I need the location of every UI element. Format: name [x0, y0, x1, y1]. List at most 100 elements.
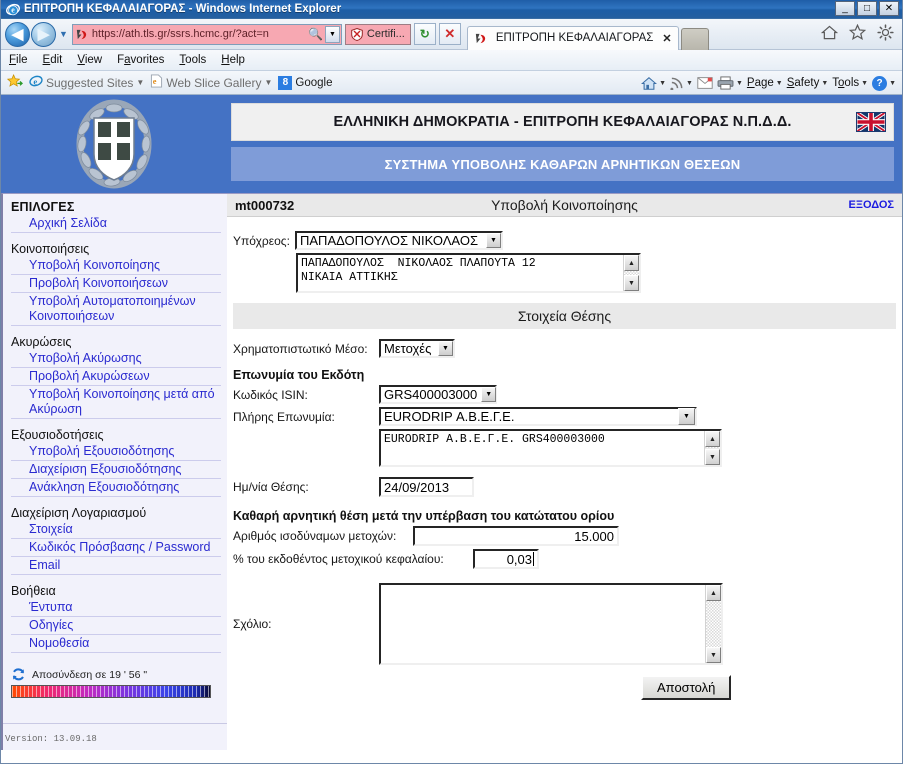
obligor-select-arrow-icon[interactable]: ▼	[486, 233, 501, 248]
sidebar-item-submit-notification[interactable]: Υποβολή Κοινοποίησης	[11, 257, 221, 275]
chevron-down-icon[interactable]: ▼	[136, 78, 144, 87]
percent-input[interactable]: 0,03	[473, 549, 539, 569]
menu-favorites[interactable]: Favorites	[117, 54, 164, 66]
menu-view[interactable]: View	[77, 54, 102, 66]
issuer-scroll-down-icon[interactable]: ▼	[705, 449, 720, 465]
safety-caret-icon[interactable]: ▼	[821, 80, 828, 87]
sidebar-item-home[interactable]: Αρχική Σελίδα	[11, 215, 221, 233]
new-tab-button[interactable]	[680, 27, 709, 50]
refresh-button[interactable]: ↻	[413, 23, 436, 45]
home-caret-icon[interactable]: ▼	[659, 80, 666, 87]
read-mail-icon[interactable]	[697, 77, 713, 89]
certificate-error-button[interactable]: Certifi...	[344, 23, 411, 45]
issuer-details-textarea[interactable]: EURODRIP Α.Β.Ε.Γ.Ε. GRS400003000 ▲ ▼	[379, 429, 722, 467]
scroll-up-icon[interactable]: ▲	[624, 255, 639, 271]
isin-select[interactable]: GRS400003000 ▼	[379, 385, 497, 404]
menu-file[interactable]: File	[9, 54, 28, 66]
submit-button[interactable]: Αποστολή	[641, 675, 732, 700]
date-label: Ημ/νία Θέσης:	[233, 480, 309, 494]
comment-scroll-up-icon[interactable]: ▲	[706, 585, 721, 601]
tools-caret-icon[interactable]: ▼	[861, 80, 868, 87]
settings-gear-icon[interactable]	[876, 23, 894, 41]
sidebar-item-submit-automated-notifications[interactable]: Υποβολή Αυτοματοποιημένων Κοινοποιήσεων	[11, 293, 221, 326]
comment-scroll-track[interactable]	[706, 601, 721, 647]
home-command-icon[interactable]: ▼	[641, 76, 666, 91]
fullname-select[interactable]: EURODRIP Α.Β.Ε.Γ.Ε. ▼	[379, 407, 697, 426]
system-title-bar: ΣΥΣΤΗΜΑ ΥΠΟΒΟΛΗΣ ΚΑΘΑΡΩΝ ΑΡΝΗΤΙΚΩΝ ΘΕΣΕΩ…	[231, 147, 894, 181]
comment-scrollbar[interactable]: ▲ ▼	[705, 585, 721, 663]
sidebar-item-revoke-authorization[interactable]: Ανάκληση Εξουσιοδότησης	[11, 479, 221, 497]
maximize-button[interactable]: □	[857, 1, 877, 16]
obligor-selected-value: ΠΑΠΑΔΟΠΟΥΛΟΣ ΝΙΚΟΛΑΟΣ	[300, 233, 478, 248]
position-details-section-header: Στοιχεία Θέσης	[233, 303, 896, 329]
forward-button[interactable]: ▶	[31, 21, 56, 47]
sidebar-item-password[interactable]: Κωδικός Πρόσβασης / Password	[11, 539, 221, 557]
tools-command[interactable]: Tools ▼	[832, 77, 868, 89]
sidebar-item-instructions[interactable]: Οδηγίες	[11, 617, 221, 635]
tab-active[interactable]: ΕΠΙΤΡΟΠΗ ΚΕΦΑΛΑΙΑΓΟΡΑΣ ✕	[466, 25, 679, 50]
instrument-select[interactable]: Μετοχές ▼	[379, 339, 455, 358]
minimize-button[interactable]: _	[835, 1, 855, 16]
page-caret-icon[interactable]: ▼	[776, 80, 783, 87]
emblem-container	[1, 95, 227, 193]
obligor-select[interactable]: ΠΑΠΑΔΟΠΟΥΛΟΣ ΝΙΚΟΛΑΟΣ ▼	[295, 231, 503, 250]
help-caret-icon[interactable]: ▼	[889, 80, 896, 87]
sidebar-item-submit-notification-after-cancellation[interactable]: Υποβολή Κοινοποίησης μετά από Ακύρωση	[11, 386, 221, 419]
comment-textarea[interactable]: ▲ ▼	[379, 583, 723, 665]
address-bar[interactable]: https://ath.tls.gr/ssrs.hcmc.gr/?act=n 🔍…	[71, 23, 342, 45]
sidebar-item-forms[interactable]: Έντυπα	[11, 599, 221, 617]
stop-button[interactable]: ✕	[438, 23, 461, 45]
net-short-heading: Καθαρή αρνητική θέση μετά την υπέρβαση τ…	[233, 509, 615, 523]
sidebar-item-account-details[interactable]: Στοιχεία	[11, 521, 221, 539]
obligor-details-textarea[interactable]: ΠΑΠΑΔΟΠΟΥΛΟΣ ΝΙΚΟΛΑΟΣ ΠΛΑΠΟΥΤΑ 12 ΝΙΚΑΙΑ…	[296, 253, 641, 293]
scroll-down-icon[interactable]: ▼	[624, 275, 639, 291]
exit-link[interactable]: ΕΞΟΔΟΣ	[849, 199, 894, 211]
isin-select-arrow-icon[interactable]: ▼	[481, 387, 497, 402]
home-icon[interactable]	[820, 23, 838, 41]
sidebar-item-view-notifications[interactable]: Προβολή Κοινοποιήσεων	[11, 275, 221, 293]
refresh-session-icon[interactable]	[11, 667, 26, 682]
comment-scroll-down-icon[interactable]: ▼	[706, 647, 721, 663]
date-input[interactable]: 24/09/2013	[379, 477, 474, 497]
feeds-caret-icon[interactable]: ▼	[686, 80, 693, 87]
add-to-favorites-icon[interactable]	[6, 73, 24, 92]
menu-edit[interactable]: Edit	[43, 54, 63, 66]
favorites-google[interactable]: 8 Google	[278, 75, 333, 90]
chevron-down-icon-2[interactable]: ▼	[264, 78, 272, 87]
shares-input[interactable]: 15.000	[413, 526, 619, 546]
print-icon[interactable]: ▼	[717, 76, 743, 90]
address-dropdown-icon[interactable]: ▼	[324, 25, 340, 43]
favorites-suggested-sites[interactable]: e Suggested Sites ▼	[29, 74, 144, 91]
sidebar-item-submit-authorization[interactable]: Υποβολή Εξουσιοδότησης	[11, 443, 221, 461]
obligor-details-scrollbar[interactable]: ▲ ▼	[623, 255, 639, 291]
menu-help[interactable]: Help	[221, 54, 245, 66]
uk-flag-icon[interactable]	[856, 111, 886, 133]
menu-tools[interactable]: Tools	[179, 54, 206, 66]
sidebar-item-email[interactable]: Email	[11, 557, 221, 575]
recent-pages-caret-icon[interactable]: ▼	[59, 29, 68, 39]
tab-close-icon[interactable]: ✕	[662, 32, 671, 45]
print-caret-icon[interactable]: ▼	[736, 80, 743, 87]
page-command[interactable]: Page ▼	[747, 77, 783, 89]
sidebar-item-legislation[interactable]: Νομοθεσία	[11, 635, 221, 653]
favorites-web-slice-gallery[interactable]: e Web Slice Gallery ▼	[150, 74, 272, 91]
back-button[interactable]: ◀	[5, 21, 30, 47]
sidebar-item-manage-authorization[interactable]: Διαχείριση Εξουσιοδότησης	[11, 461, 221, 479]
sidebar-item-submit-cancellation[interactable]: Υποβολή Ακύρωσης	[11, 350, 221, 368]
favorites-star-icon[interactable]	[848, 23, 866, 41]
safety-command[interactable]: Safety ▼	[787, 77, 829, 89]
close-button[interactable]: ✕	[879, 1, 899, 16]
nav-right-icons	[820, 23, 894, 41]
help-command[interactable]: ? ▼	[872, 75, 896, 91]
issuer-details-scrollbar[interactable]: ▲ ▼	[704, 431, 720, 465]
instrument-select-arrow-icon[interactable]: ▼	[438, 341, 453, 356]
sidebar-item-view-cancellations[interactable]: Προβολή Ακυρώσεων	[11, 368, 221, 386]
text-caret	[533, 552, 534, 566]
page-header: mt000732 Υποβολή Κοινοποίησης ΕΞΟΔΟΣ	[227, 193, 902, 217]
fullname-select-arrow-icon[interactable]: ▼	[678, 408, 695, 425]
position-details-section-title: Στοιχεία Θέσης	[517, 308, 612, 324]
feeds-icon[interactable]: ▼	[670, 76, 693, 90]
comment-label: Σχόλιο:	[233, 617, 272, 631]
issuer-scroll-up-icon[interactable]: ▲	[705, 431, 720, 447]
search-icon[interactable]: 🔍	[306, 27, 325, 41]
